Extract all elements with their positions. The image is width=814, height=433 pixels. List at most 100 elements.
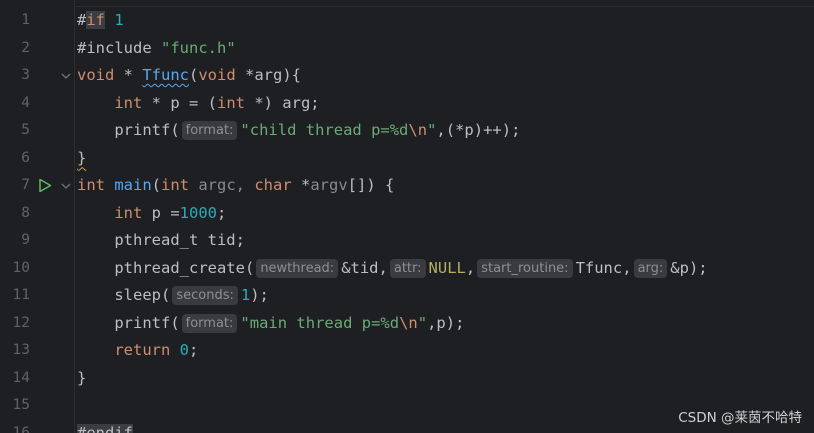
line-number: 6	[21, 149, 30, 166]
string-literal: "child thread p=%d	[240, 121, 409, 139]
code-line-7[interactable]: 7 int main(int argc, char *argv[]) {	[0, 172, 814, 200]
code-text[interactable]: int * p = (int *) arg;	[77, 90, 320, 118]
keyword: return	[114, 341, 171, 359]
code-token: ,	[465, 258, 476, 277]
code-line-13[interactable]: 13 return 0;	[0, 337, 814, 365]
code-token: *arg){	[235, 66, 301, 84]
line-number: 5	[21, 122, 30, 138]
code-token: ;	[216, 203, 227, 222]
code-text[interactable]: return 0;	[77, 337, 198, 365]
line-number: 16	[12, 424, 30, 433]
line-number: 7	[21, 177, 30, 193]
code-text[interactable]: pthread_t tid;	[77, 227, 245, 255]
chevron-down-icon[interactable]	[60, 62, 72, 90]
code-token: * p = (	[142, 93, 217, 112]
code-text[interactable]: sleep(seconds: 1);	[77, 282, 269, 310]
code-line-1[interactable]: 1 #if 1	[0, 7, 814, 35]
code-text[interactable]: }	[77, 145, 86, 173]
code-line-2[interactable]: 2 #include "func.h"	[0, 35, 814, 63]
number-literal: 1	[240, 286, 251, 304]
code-line-6[interactable]: 6 }	[0, 145, 814, 173]
keyword: int	[114, 93, 143, 112]
function-name: main	[114, 176, 152, 194]
chevron-down-icon[interactable]	[60, 172, 72, 200]
keyword: char	[254, 176, 292, 194]
closing-brace: }	[77, 368, 87, 387]
parameter: argv	[310, 176, 348, 194]
code-token: printf(	[77, 121, 180, 139]
code-line-14[interactable]: 14 }	[0, 365, 814, 393]
keyword: void	[198, 66, 236, 84]
include-directive: #include	[77, 38, 161, 57]
code-token: ;	[189, 341, 199, 359]
code-line-5[interactable]: 5 printf(format: "child thread p=%d\n",(*…	[0, 117, 814, 145]
run-triangle-icon[interactable]	[37, 172, 53, 200]
code-token: Tfunc,	[575, 258, 632, 277]
code-token: &tid,	[341, 258, 388, 277]
code-text[interactable]: void * Tfunc(void *arg){	[77, 62, 301, 90]
keyword: int	[216, 93, 245, 112]
inlay-hint-attr: attr:	[389, 258, 426, 278]
number-literal: 1	[114, 11, 124, 29]
line-number: 8	[21, 204, 30, 221]
code-token: (	[151, 176, 162, 194]
code-text[interactable]: }	[77, 365, 86, 393]
code-token: ,p);	[427, 313, 465, 332]
inlay-hint-format: format:	[181, 121, 238, 140]
code-text[interactable]: int p =1000;	[77, 200, 226, 228]
code-text[interactable]: printf(format: "main thread p=%d\n",p);	[77, 310, 464, 338]
csdn-watermark: CSDN @莱茵不哈特	[678, 410, 802, 426]
number-literal: 0	[179, 341, 190, 359]
inlay-hint-newthread: newthread:	[256, 258, 339, 278]
line-number: 4	[21, 94, 30, 111]
keyword: void	[77, 66, 115, 84]
inlay-hint-seconds: seconds:	[172, 286, 238, 305]
editor-top-border	[0, 0, 814, 7]
line-number: 14	[12, 369, 30, 386]
keyword: int	[77, 176, 105, 194]
string-literal: "main thread p=%d	[240, 313, 400, 332]
number-literal: 1000	[179, 203, 217, 222]
line-number: 15	[12, 397, 30, 413]
code-line-8[interactable]: 8 int p =1000;	[0, 200, 814, 228]
code-line-11[interactable]: 11 sleep(seconds: 1);	[0, 282, 814, 310]
code-line-4[interactable]: 4 int * p = (int *) arg;	[0, 90, 814, 118]
code-text[interactable]: #endif	[77, 420, 133, 433]
code-token: *	[291, 176, 311, 194]
code-line-9[interactable]: 9 pthread_t tid;	[0, 227, 814, 255]
line-number: 13	[12, 342, 30, 358]
preprocessor-hash: #	[77, 11, 87, 29]
parameter: argc,	[189, 176, 255, 194]
line-number: 11	[12, 287, 30, 303]
code-token: sleep(	[77, 286, 171, 304]
code-line-12[interactable]: 12 printf(format: "main thread p=%d\n",p)…	[0, 310, 814, 338]
line-number: 3	[21, 67, 30, 83]
code-text[interactable]: pthread_create(newthread: &tid, attr: NULL,…	[77, 255, 708, 283]
escape-sequence: \n	[408, 121, 428, 139]
keyword: int	[114, 203, 143, 222]
code-token: pthread_create(	[77, 258, 255, 277]
inlay-hint-format: format:	[181, 313, 238, 333]
code-text[interactable]: #if 1	[77, 7, 124, 35]
code-editor[interactable]: 1 #if 1 2 #include "func.h" 3 void * Tfu…	[0, 0, 814, 433]
code-token: *) arg;	[244, 93, 320, 112]
preprocessor-if: if	[86, 11, 106, 29]
code-line-10[interactable]: 10 pthread_create(newthread: &tid, attr: NU…	[0, 255, 814, 283]
inlay-hint-start-routine: start_routine:	[477, 258, 573, 278]
code-text[interactable]: int main(int argc, char *argv[]) {	[77, 172, 394, 200]
code-text[interactable]: printf(format: "child thread p=%d\n",(*p)…	[77, 117, 520, 145]
code-text[interactable]: #include "func.h"	[77, 35, 236, 63]
code-token: []) {	[347, 176, 395, 194]
code-token: *	[114, 66, 143, 84]
code-token: (	[189, 66, 199, 84]
escape-sequence: \n	[399, 313, 418, 332]
code-token: ,(*p)++);	[436, 121, 521, 139]
code-token: &p);	[670, 258, 708, 277]
code-token: printf(	[77, 313, 180, 332]
code-line-3[interactable]: 3 void * Tfunc(void *arg){	[0, 62, 814, 90]
